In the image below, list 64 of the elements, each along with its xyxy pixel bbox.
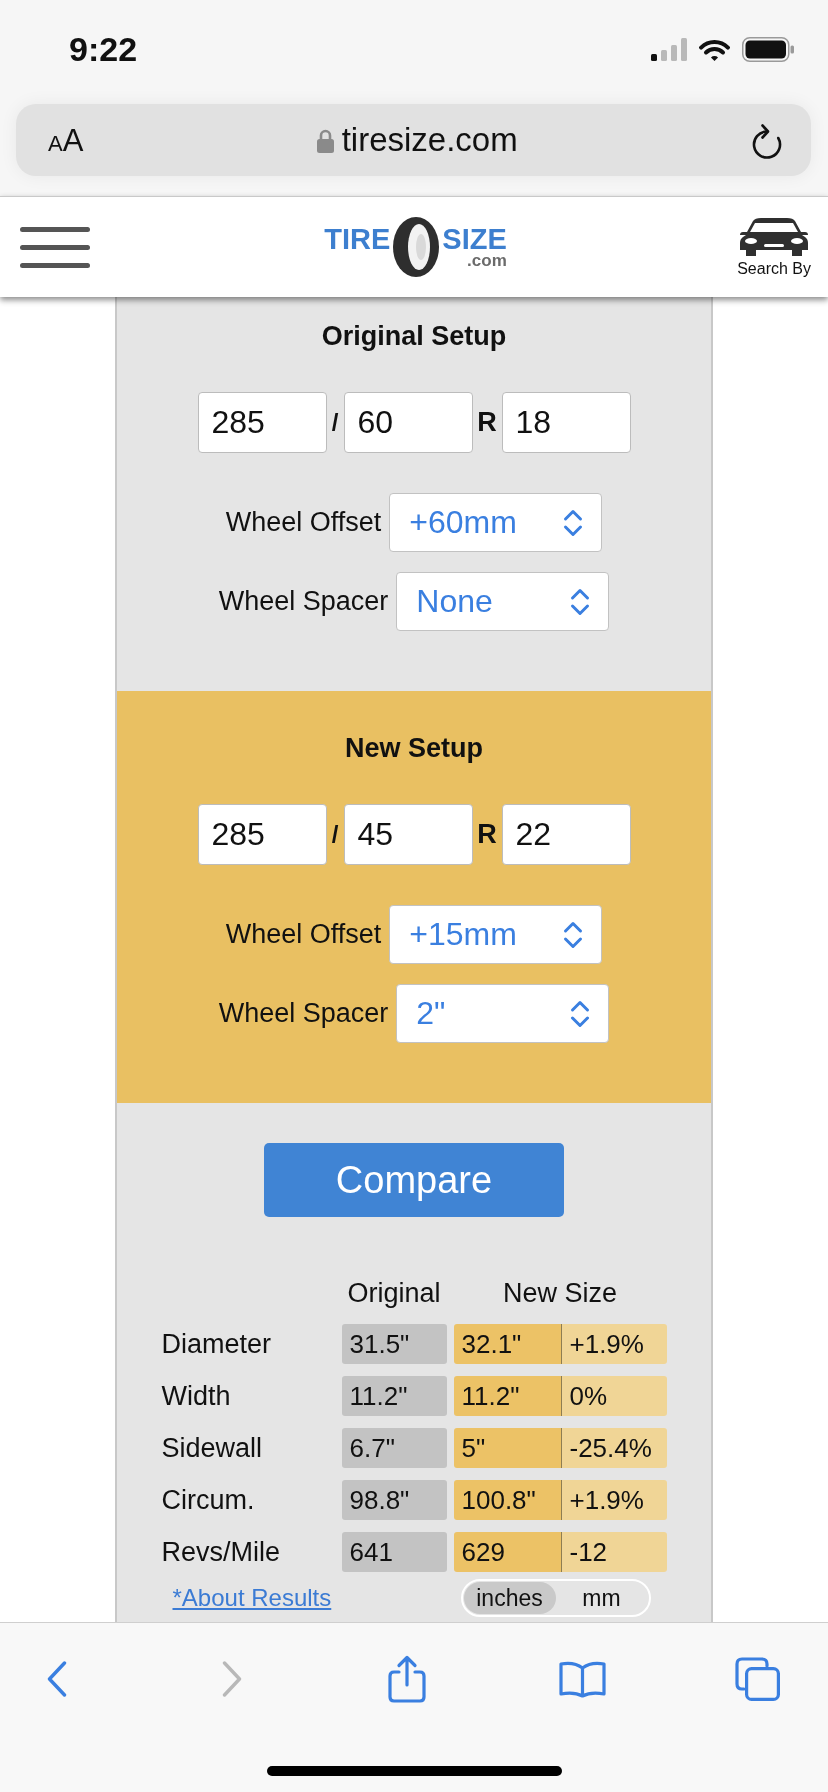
row-label: Revs/Mile (161, 1536, 282, 1568)
column-header: Original (346, 1277, 442, 1309)
original-value-cell: 641 (341, 1532, 447, 1572)
site-logo[interactable]: TIRE SIZE .com (324, 216, 507, 278)
field-label: Wheel Spacer (218, 998, 389, 1029)
chevron-up-down-icon (570, 999, 591, 1028)
rim-diameter-field[interactable]: 18 (501, 392, 631, 453)
select-dropdown[interactable]: 2" (396, 984, 610, 1043)
setup-title: New Setup (345, 732, 483, 764)
original-value-cell: 31.5" (341, 1324, 447, 1364)
car-icon (739, 216, 810, 257)
change-value-cell: +1.9% (560, 1324, 667, 1364)
signal-icon (651, 37, 687, 61)
menu-button[interactable] (20, 226, 90, 268)
change-value-cell: -12 (560, 1532, 667, 1572)
tire-width-field[interactable]: 285 (197, 392, 327, 453)
address-bar[interactable]: AA tiresize.com (16, 104, 811, 176)
new-value-cell: 11.2" (453, 1376, 561, 1416)
url-text: tiresize.com (341, 121, 518, 159)
rim-diameter-field[interactable]: 22 (501, 804, 631, 865)
row-label: Sidewall (161, 1432, 264, 1464)
aspect-ratio-field[interactable]: 45 (343, 804, 473, 865)
change-value-cell: -25.4% (560, 1428, 667, 1468)
change-value-cell: +1.9% (560, 1480, 667, 1520)
menu-icon (20, 226, 90, 268)
construction-label: R (476, 819, 498, 850)
wifi-icon (699, 37, 730, 61)
construction-label: R (476, 407, 498, 438)
text-size-button[interactable]: AA (48, 124, 84, 156)
search-by-button[interactable]: Search By (737, 216, 811, 278)
change-value-cell: 0% (560, 1376, 667, 1416)
tire-width-field[interactable]: 285 (197, 804, 327, 865)
field-label: Wheel Offset (225, 507, 382, 538)
battery-icon (742, 36, 794, 62)
new-value-cell: 32.1" (453, 1324, 561, 1364)
chevron-up-down-icon (563, 508, 584, 537)
size-separator: / (330, 408, 340, 437)
size-separator: / (330, 820, 340, 849)
field-label: Wheel Spacer (218, 586, 389, 617)
row-label: Circum. (161, 1484, 256, 1516)
new-value-cell: 5" (453, 1428, 561, 1468)
select-dropdown[interactable]: None (396, 572, 610, 631)
tire-icon (391, 216, 442, 278)
reload-icon (751, 121, 783, 159)
row-label: Width (161, 1380, 232, 1412)
select-dropdown[interactable]: +60mm (389, 493, 603, 552)
compare-button[interactable]: Compare (264, 1143, 564, 1217)
column-header: New Size (501, 1277, 618, 1309)
original-value-cell: 98.8" (341, 1480, 447, 1520)
chevron-up-down-icon (563, 920, 584, 949)
unit-option[interactable]: inches (463, 1582, 556, 1614)
chevron-up-down-icon (570, 587, 591, 616)
unit-option[interactable]: mm (555, 1582, 648, 1614)
row-label: Diameter (161, 1328, 273, 1360)
original-value-cell: 6.7" (341, 1428, 447, 1468)
setup-title: Original Setup (321, 320, 507, 352)
new-value-cell: 100.8" (453, 1480, 561, 1520)
new-value-cell: 629 (453, 1532, 561, 1572)
field-label: Wheel Offset (225, 919, 382, 950)
aspect-ratio-field[interactable]: 60 (343, 392, 473, 453)
select-dropdown[interactable]: +15mm (389, 905, 603, 964)
status-time: 9:22 (69, 29, 138, 69)
original-value-cell: 11.2" (341, 1376, 447, 1416)
reload-button[interactable] (751, 121, 783, 159)
